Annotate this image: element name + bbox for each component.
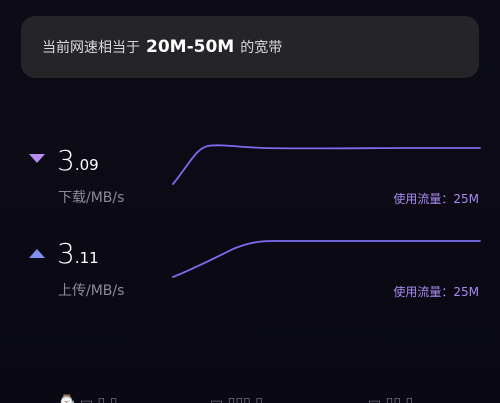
upload-speed: 3 .11 bbox=[57, 237, 99, 270]
speed-test-result-screen: 当前网速相当于 20M-50M 的宽带 3 .09 下载/MB/s 使用流量：2… bbox=[0, 0, 500, 403]
download-arrow-icon bbox=[29, 154, 45, 163]
download-speed-line bbox=[172, 144, 481, 185]
upload-speed-line bbox=[172, 240, 481, 278]
bottom-toolbar-partial: ⌚ ▭ ▯ ▯ ▭ ▯▯▯ ▯ ▭ ▯▯ ▯ bbox=[0, 391, 500, 403]
download-usage-label: 使用流量：25M bbox=[393, 192, 479, 206]
upload-speed-graph bbox=[172, 240, 481, 278]
bottom-item-left-partial[interactable]: ⌚ ▭ ▯ ▯ bbox=[58, 395, 117, 403]
upload-speed-decimal: .11 bbox=[74, 249, 99, 267]
upload-row: 3 .11 上传/MB/s 使用流量：25M bbox=[0, 233, 500, 323]
upload-arrow-icon bbox=[29, 249, 45, 258]
bandwidth-banner: 当前网速相当于 20M-50M 的宽带 bbox=[21, 16, 479, 78]
download-row: 3 .09 下载/MB/s 使用流量：25M bbox=[0, 140, 500, 230]
banner-suffix: 的宽带 bbox=[240, 40, 283, 56]
download-speed-graph bbox=[172, 144, 481, 185]
download-speed-decimal: .09 bbox=[74, 156, 99, 174]
bottom-item-right-partial[interactable]: ▭ ▯▯ ▯ bbox=[368, 395, 413, 403]
banner-bandwidth-value: 20M-50M bbox=[146, 37, 235, 57]
banner-prefix: 当前网速相当于 bbox=[42, 40, 140, 56]
download-speed-integer: 3 bbox=[57, 144, 75, 177]
upload-unit-label: 上传/MB/s bbox=[58, 283, 125, 299]
upload-speed-integer: 3 bbox=[57, 237, 75, 270]
upload-usage-label: 使用流量：25M bbox=[393, 285, 479, 299]
download-speed: 3 .09 bbox=[57, 144, 99, 177]
bottom-item-middle-partial[interactable]: ▭ ▯▯▯ ▯ bbox=[210, 395, 263, 403]
download-unit-label: 下载/MB/s bbox=[58, 190, 125, 206]
